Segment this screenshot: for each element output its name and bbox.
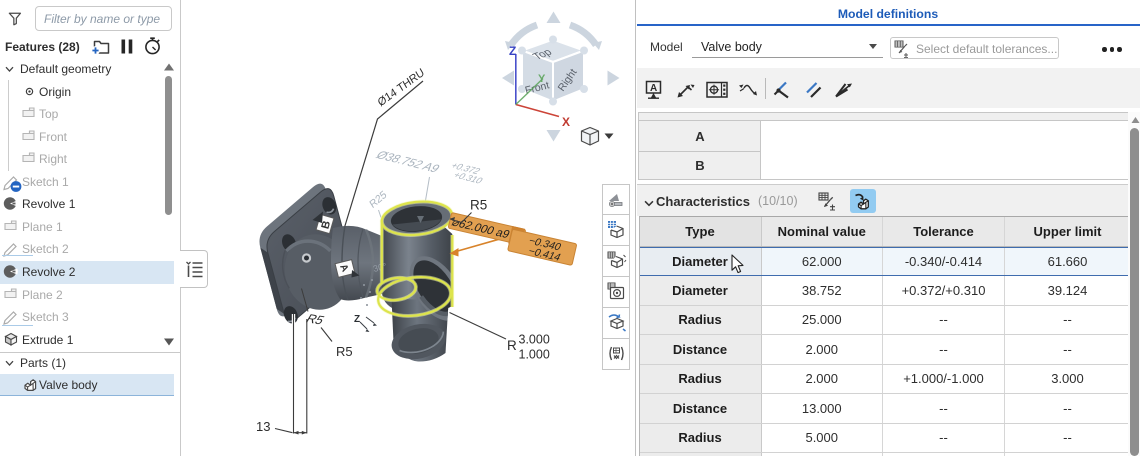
svg-text:R: R	[507, 338, 517, 353]
svg-text:13: 13	[256, 419, 270, 434]
svg-text:Y: Y	[538, 73, 546, 85]
svg-text:R5: R5	[336, 344, 353, 359]
svg-text:Ø38.752 A9: Ø38.752 A9	[373, 149, 443, 175]
svg-text:R25: R25	[368, 188, 389, 211]
svg-text:Ø14 THRU: Ø14 THRU	[376, 67, 427, 110]
svg-text:3.000: 3.000	[519, 333, 550, 347]
svg-text:A: A	[650, 83, 657, 94]
svg-text:+0.310: +0.310	[450, 171, 484, 187]
svg-text:Z: Z	[354, 314, 360, 325]
svg-text:Z: Z	[509, 44, 516, 58]
svg-text:R5: R5	[303, 311, 327, 327]
svg-text:R5: R5	[470, 198, 487, 213]
svg-text:1.000: 1.000	[519, 348, 550, 362]
svg-text:X: X	[562, 115, 570, 129]
